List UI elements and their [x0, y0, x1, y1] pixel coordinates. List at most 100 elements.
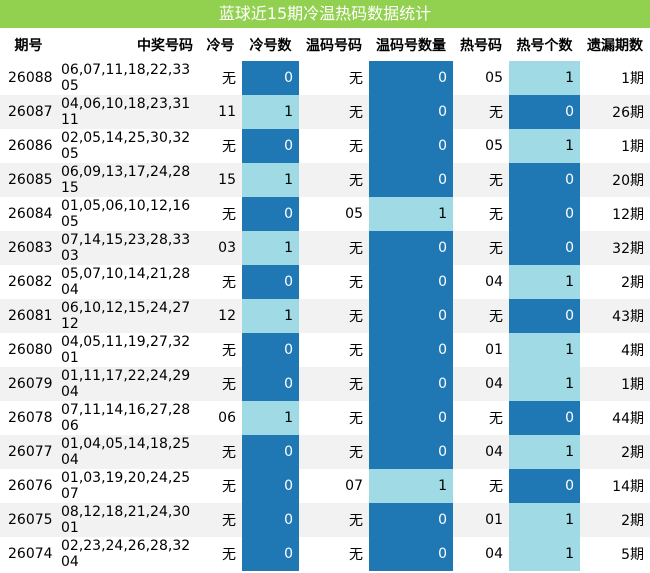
hot-cell: 04 [485, 274, 503, 290]
numbers-cell: 04,05,11,19,27,32 01 [57, 333, 199, 367]
table-row: 26085 06,09,13,17,24,28 15 15 1 无 0 无 0 20期 [0, 163, 650, 197]
warm-count-cell: 1 [369, 197, 453, 231]
header-warm-count: 温码号数量 [376, 37, 446, 54]
table-row: 26088 06,07,11,18,22,33 05 无 0 无 0 05 1 1期 [0, 61, 650, 95]
cold-cell: 无 [222, 139, 236, 155]
hot-count-cell: 1 [509, 537, 580, 571]
hot-count-cell: 1 [509, 435, 580, 469]
blue-number: 04 [61, 554, 79, 570]
warm-cell: 无 [349, 71, 363, 87]
red-numbers: 02,05,14,25,30,32 [61, 130, 191, 146]
issue-cell: 26078 [8, 410, 53, 426]
issue-cell: 26081 [0, 299, 57, 333]
issue-cell: 26085 [0, 163, 57, 197]
warm-cell: 无 [299, 367, 369, 401]
cold-count-cell: 1 [242, 231, 299, 265]
warm-count-cell: 0 [369, 537, 453, 571]
hot-cell: 无 [489, 411, 503, 427]
miss-cell: 4期 [621, 343, 644, 359]
hot-cell: 无 [453, 299, 509, 333]
blue-number: 15 [61, 180, 79, 196]
cold-count-cell: 0 [242, 197, 299, 231]
warm-cell: 无 [299, 299, 369, 333]
cold-count-cell: 0 [242, 503, 299, 537]
red-numbers: 04,05,11,19,27,32 [61, 334, 191, 350]
cold-count-cell: 1 [242, 401, 299, 435]
table-row: 26086 02,05,14,25,30,32 05 无 0 无 0 05 1 1期 [0, 129, 650, 163]
cold-cell: 无 [222, 479, 236, 495]
red-numbers: 06,07,11,18,22,33 [61, 62, 191, 78]
cold-cell: 06 [218, 410, 236, 426]
numbers-cell: 04,06,10,18,23,31 11 [57, 95, 199, 129]
blue-number: 12 [61, 316, 79, 332]
warm-count-cell: 0 [369, 435, 453, 469]
table-row: 26075 08,12,18,21,24,30 01 无 0 无 0 01 1 2期 [0, 503, 650, 537]
warm-cell: 无 [349, 547, 363, 563]
issue-cell: 26083 [0, 231, 57, 265]
table-row: 26077 01,04,05,14,18,25 04 无 0 无 0 04 1 2期 [0, 435, 650, 469]
cold-cell: 无 [199, 367, 242, 401]
cold-count-cell: 0 [242, 469, 299, 503]
numbers-cell: 06,09,13,17,24,28 15 [57, 163, 199, 197]
table-row: 26080 04,05,11,19,27,32 01 无 0 无 0 01 1 4期 [0, 333, 650, 367]
issue-cell: 26087 [0, 95, 57, 129]
cold-count-cell: 0 [242, 61, 299, 95]
miss-cell: 43期 [580, 299, 650, 333]
miss-cell: 20期 [580, 163, 650, 197]
warm-cell: 无 [299, 163, 369, 197]
header-cold: 冷号 [206, 37, 235, 54]
hot-count-cell: 1 [509, 333, 580, 367]
cold-cell: 无 [222, 547, 236, 563]
numbers-cell: 08,12,18,21,24,30 01 [57, 503, 199, 537]
numbers-cell: 06,10,12,15,24,27 12 [57, 299, 199, 333]
issue-cell: 26088 [8, 70, 53, 86]
warm-count-cell: 0 [369, 299, 453, 333]
blue-number: 04 [61, 384, 79, 400]
cold-count-cell: 1 [242, 95, 299, 129]
numbers-cell: 06,07,11,18,22,33 05 [57, 61, 199, 95]
table-row: 26078 07,11,14,16,27,28 06 06 1 无 0 无 0 44期 [0, 401, 650, 435]
miss-cell: 1期 [580, 367, 650, 401]
blue-number: 11 [61, 112, 79, 128]
table-body: 26088 06,07,11,18,22,33 05 无 0 无 0 05 1 1期 26087 0… [0, 61, 650, 571]
hot-count-cell: 0 [509, 469, 580, 503]
cold-cell: 无 [222, 207, 236, 223]
warm-count-cell: 0 [369, 265, 453, 299]
issue-cell: 26075 [0, 503, 57, 537]
warm-cell: 无 [299, 231, 369, 265]
hot-cell: 无 [489, 479, 503, 495]
blue-number: 01 [61, 520, 79, 536]
red-numbers: 01,04,05,14,18,25 [61, 436, 191, 452]
cold-count-cell: 0 [242, 367, 299, 401]
cold-count-cell: 0 [242, 265, 299, 299]
warm-count-cell: 0 [369, 401, 453, 435]
cold-count-cell: 0 [242, 129, 299, 163]
hot-cell: 无 [453, 95, 509, 129]
hot-count-cell: 0 [509, 163, 580, 197]
table-row: 26081 06,10,12,15,24,27 12 12 1 无 0 无 0 43期 [0, 299, 650, 333]
blue-number: 01 [61, 350, 79, 366]
blue-number: 05 [61, 78, 79, 94]
red-numbers: 04,06,10,18,23,31 [61, 96, 191, 112]
numbers-cell: 02,23,24,26,28,32 04 [57, 537, 199, 571]
hot-count-cell: 0 [509, 231, 580, 265]
miss-cell: 14期 [612, 479, 644, 495]
cold-cell: 无 [199, 503, 242, 537]
header-cold-count: 冷号数 [249, 37, 292, 54]
stats-table: 期号 中奖号码 冷号 冷号数 温码号码 温码号数量 热号码 热号个数 遗漏期数 … [0, 28, 650, 571]
warm-cell: 无 [349, 139, 363, 155]
hot-count-cell: 1 [509, 503, 580, 537]
header-hot: 热号码 [460, 37, 502, 54]
red-numbers: 05,07,10,14,21,28 [61, 266, 191, 282]
blue-number: 05 [61, 146, 79, 162]
hot-cell: 04 [453, 367, 509, 401]
header-warm: 温码号码 [306, 37, 362, 54]
red-numbers: 01,11,17,22,24,29 [61, 368, 191, 384]
table-row: 26076 01,03,19,20,24,25 07 无 0 07 1 无 0 14期 [0, 469, 650, 503]
blue-number: 03 [61, 248, 79, 264]
cold-cell: 无 [222, 275, 236, 291]
issue-cell: 26084 [8, 206, 53, 222]
table-row: 26074 02,23,24,26,28,32 04 无 0 无 0 04 1 5期 [0, 537, 650, 571]
table-row: 26083 07,14,15,23,28,33 03 03 1 无 0 无 0 32期 [0, 231, 650, 265]
cold-count-cell: 0 [242, 333, 299, 367]
